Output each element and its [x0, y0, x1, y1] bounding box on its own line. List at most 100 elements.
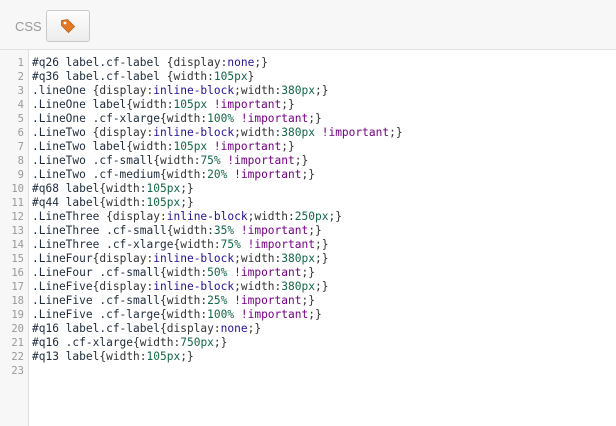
line-number: 19 — [11, 309, 24, 321]
code-token: inline-block — [153, 84, 235, 97]
code-token: #q44 label — [32, 196, 100, 209]
code-line[interactable]: 10 #q68 label{width:105px;} — [0, 182, 616, 196]
code-token: 105px — [173, 98, 214, 111]
code-token: 25% — [207, 294, 235, 307]
code-token: : — [213, 322, 221, 335]
code-token: 35% — [213, 224, 241, 237]
code-line[interactable]: 20 #q16 label.cf-label{display:none;} — [0, 322, 616, 336]
code-line[interactable]: 5 .LineOne .cf-xlarge{width:100% !importa… — [0, 112, 616, 126]
code-line[interactable]: 8 .LineTwo .cf-small{width:75% !important… — [0, 154, 616, 168]
line-number: 12 — [11, 211, 24, 223]
code-token: width — [173, 224, 208, 237]
code-token: ;} — [314, 252, 329, 265]
code-token: ;} — [180, 196, 194, 209]
code-token: 105px — [213, 70, 248, 83]
line-number: 2 — [17, 71, 24, 83]
code-token: ;} — [254, 56, 268, 69]
code-token: inline-block — [153, 252, 235, 265]
tag-icon — [61, 19, 76, 34]
code-token: { — [159, 168, 167, 181]
code-line[interactable]: 22 #q13 label{width:105px;} — [0, 350, 616, 364]
code-text: .LineThree .cf-xlarge{width:75% !importa… — [32, 238, 328, 252]
code-line[interactable]: 23 — [0, 364, 616, 378]
line-number: 13 — [11, 225, 24, 237]
code-line[interactable]: 16 .LineFour .cf-small{width:50% !importa… — [0, 266, 616, 280]
code-token: width — [166, 266, 201, 279]
code-token: ; — [234, 252, 241, 265]
code-line[interactable]: 7 .LineTwo label{width:105px !important;} — [0, 140, 616, 154]
line-number: 5 — [17, 113, 24, 125]
code-token: .LineThree — [32, 210, 107, 223]
code-line[interactable]: 17 .LineFive{display:inline-block;width:3… — [0, 280, 616, 294]
code-token: .LineThree .cf-xlarge — [32, 238, 174, 251]
code-token: 380px — [281, 126, 322, 139]
code-line[interactable]: 19 .LineFive .cf-large{width:100% !import… — [0, 308, 616, 322]
code-token: width — [160, 154, 194, 167]
code-token: .LineFive — [32, 280, 93, 293]
code-text: .LineTwo .cf-small{width:75% !important;… — [32, 154, 308, 168]
code-line[interactable]: 9 .LineTwo .cf-medium{width:20% !importan… — [0, 168, 616, 182]
code-line[interactable]: 1 #q26 label.cf-label {display:none;} — [0, 56, 616, 70]
code-token: ;} — [308, 112, 322, 125]
code-token: !important — [247, 238, 315, 251]
code-token: 750px — [180, 336, 214, 349]
code-token: width — [133, 98, 167, 111]
code-token: 105px — [146, 196, 181, 209]
code-token: : — [160, 210, 167, 223]
code-token: .LineTwo .cf-medium — [32, 168, 160, 181]
code-token: 380px — [281, 252, 315, 265]
code-token: !important — [213, 140, 282, 153]
code-token: ; — [234, 126, 241, 139]
code-token: .LineFour .cf-small — [32, 266, 160, 279]
code-line[interactable]: 21 #q16 .cf-xlarge{width:750px;} — [0, 336, 616, 350]
code-token: width — [240, 280, 275, 293]
code-line[interactable]: 4 .LineOne label{width:105px !important;} — [0, 98, 616, 112]
code-token: ; — [234, 84, 241, 97]
code-token: ;} — [308, 308, 322, 321]
code-line[interactable]: 15 .LineFour{display:inline-block;width:3… — [0, 252, 616, 266]
code-token: !important — [240, 224, 309, 237]
code-token: : — [139, 350, 147, 363]
code-text: .LineFive .cf-small{width:25% !important… — [32, 294, 315, 308]
code-token: inline-block — [166, 210, 248, 223]
code-line[interactable]: 12 .LineThree {display:inline-block;width… — [0, 210, 616, 224]
code-token: !important — [240, 308, 309, 321]
code-text: .LineFive{display:inline-block;width:380… — [32, 280, 328, 294]
code-token: width — [240, 126, 275, 139]
code-token: #q16 .cf-xlarge — [32, 336, 134, 349]
line-number: 8 — [17, 155, 24, 167]
code-token: #q36 label.cf-label — [32, 70, 167, 83]
code-text: .LineOne .cf-xlarge{width:100% !importan… — [32, 112, 322, 126]
code-line[interactable]: 6 .LineTwo {display:inline-block;width:38… — [0, 126, 616, 140]
code-token: { — [106, 210, 113, 223]
code-token: : — [213, 238, 221, 251]
code-token: 380px — [281, 280, 315, 293]
code-token: none — [220, 322, 248, 335]
code-token: !important — [213, 98, 282, 111]
code-token: display — [112, 210, 160, 223]
code-token: #q16 label.cf-label — [32, 322, 160, 335]
code-token: width — [166, 168, 201, 181]
code-text: .LineTwo {display:inline-block;width:380… — [32, 126, 403, 140]
code-line[interactable]: 18 .LineFive .cf-small{width:25% !importa… — [0, 294, 616, 308]
code-token: ;} — [301, 294, 315, 307]
code-line[interactable]: 11 #q44 label{width:105px;} — [0, 196, 616, 210]
code-token: 100% — [207, 308, 241, 321]
tag-button[interactable] — [46, 10, 90, 42]
code-line[interactable]: 14 .LineThree .cf-xlarge{width:75% !impor… — [0, 238, 616, 252]
code-text: .LineFour .cf-small{width:50% !important… — [32, 266, 315, 280]
code-text: #q26 label.cf-label {display:none;} — [32, 56, 268, 70]
line-number: 22 — [11, 351, 24, 363]
line-number: 6 — [17, 127, 24, 139]
line-number: 1 — [17, 57, 24, 69]
code-token: width — [106, 350, 140, 363]
code-token: !important — [240, 112, 309, 125]
code-line[interactable]: 13 .LineThree .cf-small{width:35% !import… — [0, 224, 616, 238]
code-line[interactable]: 3 .lineOne {display:inline-block;width:38… — [0, 84, 616, 98]
code-editor[interactable]: 1 #q26 label.cf-label {display:none;} 2 #q3… — [0, 50, 616, 426]
line-number: 21 — [11, 337, 24, 349]
mode-label: CSS — [15, 19, 42, 34]
code-token: ;} — [213, 336, 228, 349]
code-line[interactable]: 2 #q36 label.cf-label {width:105px} — [0, 70, 616, 84]
code-text: #q44 label{width:105px;} — [32, 196, 194, 210]
